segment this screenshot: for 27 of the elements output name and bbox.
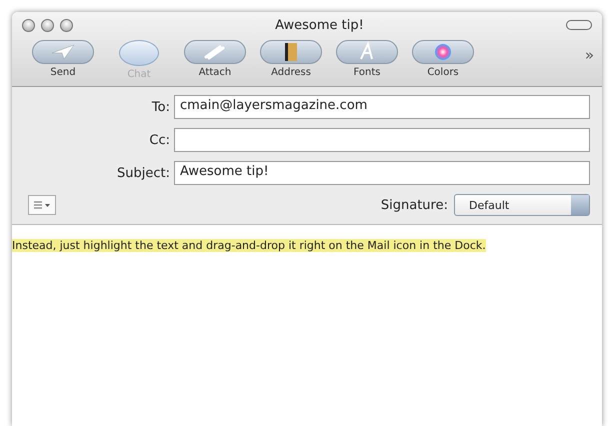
toolbar-label[interactable]: Address — [271, 67, 311, 78]
window-title: Awesome tip! — [274, 18, 365, 32]
signature-popup[interactable]: Default — [454, 194, 590, 216]
close-button[interactable] — [22, 18, 35, 32]
header-field[interactable]: Awesome tip! — [174, 161, 590, 185]
chat-bubble-icon[interactable] — [119, 40, 159, 66]
colors-button[interactable] — [412, 40, 474, 64]
header-field[interactable]: cmain@layersmagazine.com — [174, 95, 590, 119]
minimize-button[interactable] — [41, 18, 54, 32]
toolbar-toggle-button[interactable] — [566, 20, 592, 30]
fonts-button[interactable] — [336, 40, 398, 64]
attach-button[interactable] — [184, 40, 246, 64]
list-menu-icon — [33, 200, 51, 210]
zoom-button[interactable] — [60, 18, 73, 32]
field-label: Cc: — [148, 132, 171, 148]
address-button[interactable] — [260, 40, 322, 64]
signature-label: Signature: — [380, 198, 448, 212]
toolbar-label[interactable]: Attach — [198, 67, 232, 78]
format-menu-button[interactable] — [28, 195, 56, 215]
field-label: To: — [150, 100, 171, 114]
toolbar-label[interactable]: Send — [50, 67, 76, 78]
send-button[interactable] — [32, 40, 94, 64]
field-label: Subject: — [116, 166, 171, 180]
toolbar-label[interactable]: Colors — [427, 67, 459, 78]
toolbar-overflow-button[interactable]: » — [584, 46, 594, 64]
toolbar-label[interactable]: Fonts — [354, 67, 380, 78]
header-field[interactable] — [174, 128, 590, 152]
